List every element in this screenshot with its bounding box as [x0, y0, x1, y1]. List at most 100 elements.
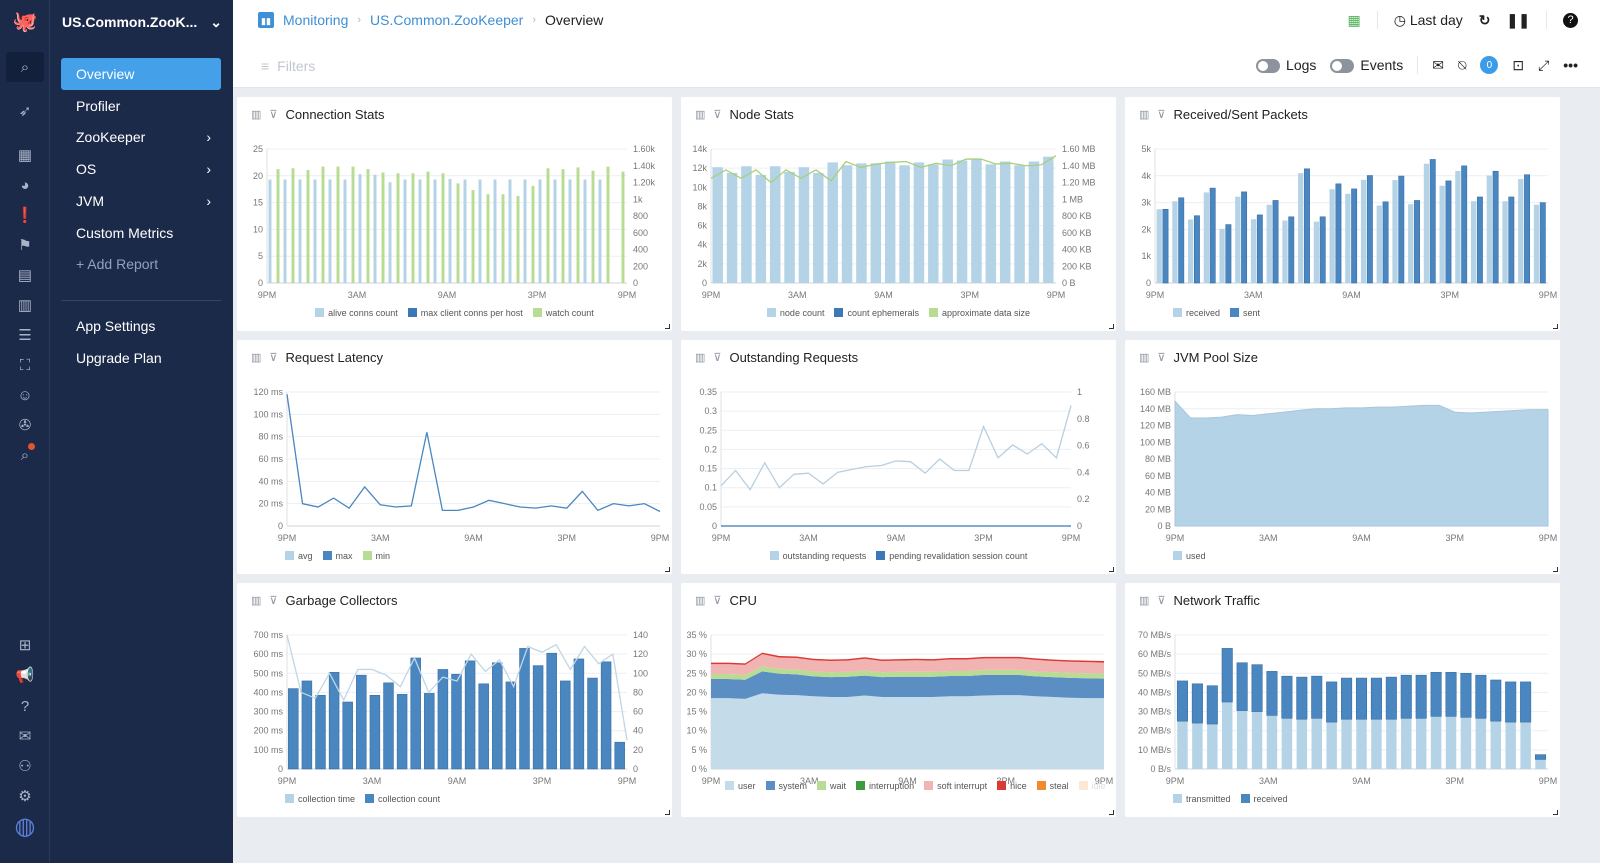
sidebar-item-overview[interactable]: Overview — [61, 58, 221, 90]
avatar[interactable]: ◍ — [12, 813, 38, 840]
sidebar-item-upgrade-plan[interactable]: Upgrade Plan — [61, 342, 221, 374]
logo-octopus-icon[interactable]: 🐙 — [12, 8, 38, 34]
legend-item[interactable]: interruption — [856, 781, 914, 791]
legend-item[interactable]: steal — [1036, 781, 1069, 791]
legend-item[interactable]: approximate data size — [929, 308, 1030, 318]
legend-item[interactable]: soft interrupt — [924, 781, 987, 791]
legend-item[interactable]: avg — [285, 551, 313, 561]
inbox-icon[interactable]: ▤ — [12, 262, 38, 288]
x-tick-label: 9AM — [887, 533, 906, 543]
help-icon[interactable]: ? — [12, 693, 38, 719]
resize-handle[interactable] — [1553, 324, 1558, 329]
resize-handle[interactable] — [1109, 324, 1114, 329]
notification-count-badge[interactable]: 0 — [1480, 56, 1499, 74]
resize-handle[interactable] — [665, 810, 670, 815]
flag-icon[interactable]: ⚑ — [12, 232, 38, 258]
legend-item[interactable]: received — [1173, 308, 1220, 318]
legend-item[interactable]: sent — [1230, 308, 1260, 318]
bar-received — [1236, 662, 1248, 711]
legend-item[interactable]: node count — [766, 308, 824, 318]
legend-swatch — [532, 308, 542, 317]
legend-item[interactable]: watch count — [532, 308, 594, 318]
refresh-icon[interactable]: ↻ — [1479, 12, 1491, 29]
resize-handle[interactable] — [1553, 567, 1558, 572]
legend-item[interactable]: outstanding requests — [769, 551, 866, 561]
add-widget-icon[interactable]: ▦ — [1348, 12, 1361, 29]
pause-icon[interactable]: ❚❚ — [1507, 12, 1530, 29]
megaphone-icon[interactable]: 📢 — [12, 662, 38, 688]
mail-icon[interactable]: ✉ — [1432, 57, 1444, 74]
settings-icon[interactable]: ⚙ — [12, 783, 38, 809]
project-name: US.Common.ZooK... — [62, 14, 198, 30]
sidebar-item-app-settings[interactable]: App Settings — [61, 310, 221, 342]
events-toggle[interactable]: Events — [1330, 57, 1403, 74]
rocket-icon[interactable]: ➶ — [12, 98, 38, 124]
breadcrumb-monitoring[interactable]: Monitoring — [283, 12, 348, 28]
sidebar-item-add-report[interactable]: + Add Report — [61, 248, 221, 280]
bar-chart-icon[interactable]: ▥ — [12, 292, 38, 318]
legend-item[interactable]: received — [1240, 794, 1288, 804]
legend-item[interactable]: max — [322, 551, 353, 561]
legend-item[interactable]: count ephemerals — [834, 308, 919, 318]
alert-off-icon[interactable]: ⍉ — [1458, 57, 1466, 74]
search-icon[interactable]: ⌕ — [6, 52, 44, 82]
time-range-picker[interactable]: ◷ Last day — [1394, 12, 1463, 29]
legend-item[interactable]: used — [1173, 551, 1206, 561]
bar-alive-conns-count — [343, 179, 347, 283]
logs-toggle[interactable]: Logs — [1256, 57, 1316, 74]
toggle-switch[interactable] — [1256, 59, 1281, 74]
legend-item[interactable]: transmitted — [1173, 794, 1231, 804]
gift-icon[interactable]: ⊞ — [12, 632, 38, 658]
scan-user-icon[interactable]: ⛶ — [12, 352, 38, 378]
bar-transmitted — [1430, 716, 1442, 769]
fullscreen-icon[interactable]: ⤢ — [1538, 57, 1549, 74]
legend-item[interactable]: idle — [1078, 781, 1106, 791]
toggle-switch[interactable] — [1330, 59, 1355, 74]
more-icon[interactable]: ••• — [1563, 57, 1578, 73]
filters-input[interactable]: ≡ Filters — [261, 58, 315, 74]
resize-handle[interactable] — [1553, 810, 1558, 815]
film-reel-icon[interactable]: ✇ — [12, 412, 38, 438]
legend-item[interactable]: pending revalidation session count — [876, 551, 1027, 561]
report-search-icon[interactable]: ⌕ — [12, 442, 38, 468]
legend-item[interactable]: collection count — [365, 794, 440, 804]
y-tick-label: 20 ms — [258, 499, 283, 509]
legend-item[interactable]: nice — [997, 781, 1027, 791]
legend-item[interactable]: wait — [817, 781, 846, 791]
sidebar-item-custom-metrics[interactable]: Custom Metrics — [61, 217, 221, 249]
legend-item[interactable]: min — [362, 551, 390, 561]
grid-icon[interactable]: ▦ — [12, 142, 38, 168]
resize-handle[interactable] — [1109, 810, 1114, 815]
bar-sent — [1162, 209, 1169, 284]
project-selector[interactable]: US.Common.ZooK... ⌄ — [62, 14, 222, 31]
team-icon[interactable]: ⚇ — [12, 753, 38, 779]
sidebar-item-os[interactable]: OS › — [61, 153, 221, 185]
y-tick-label: 4k — [697, 240, 707, 250]
bar-alive-conns-count — [403, 179, 407, 283]
bar-watch-count — [306, 169, 310, 283]
sidebar-item-zookeeper[interactable]: ZooKeeper › — [61, 121, 221, 153]
legend-item[interactable]: collection time — [285, 794, 355, 804]
bar-received — [1206, 685, 1218, 725]
legend-item[interactable]: user — [725, 781, 756, 791]
embed-laptop-icon[interactable]: ⊡ — [1512, 57, 1524, 74]
sidebar-item-profiler[interactable]: Profiler — [61, 90, 221, 122]
legend-item[interactable]: system — [765, 781, 807, 791]
resize-handle[interactable] — [665, 567, 670, 572]
bar-node-count — [1043, 156, 1054, 283]
robot-icon[interactable]: ☺ — [12, 382, 38, 408]
resize-handle[interactable] — [1109, 567, 1114, 572]
x-tick-label: 9PM — [1539, 290, 1558, 300]
help-icon[interactable]: ? — [1563, 12, 1578, 28]
y-tick-label: 20 MB — [1145, 504, 1171, 514]
y-tick-label: 0.3 — [704, 406, 717, 416]
resize-handle[interactable] — [665, 324, 670, 329]
breadcrumb-app[interactable]: US.Common.ZooKeeper — [370, 12, 523, 28]
sidebar-item-jvm[interactable]: JVM › — [61, 185, 221, 217]
alert-icon[interactable]: ❗ — [12, 202, 38, 228]
legend-item[interactable]: max client conns per host — [407, 308, 523, 318]
legend-item[interactable]: alive conns count — [315, 308, 398, 318]
dashboard-gauge-icon[interactable]: ◕ — [12, 172, 38, 198]
document-icon[interactable]: ☰ — [12, 322, 38, 348]
mail-icon[interactable]: ✉ — [12, 723, 38, 749]
